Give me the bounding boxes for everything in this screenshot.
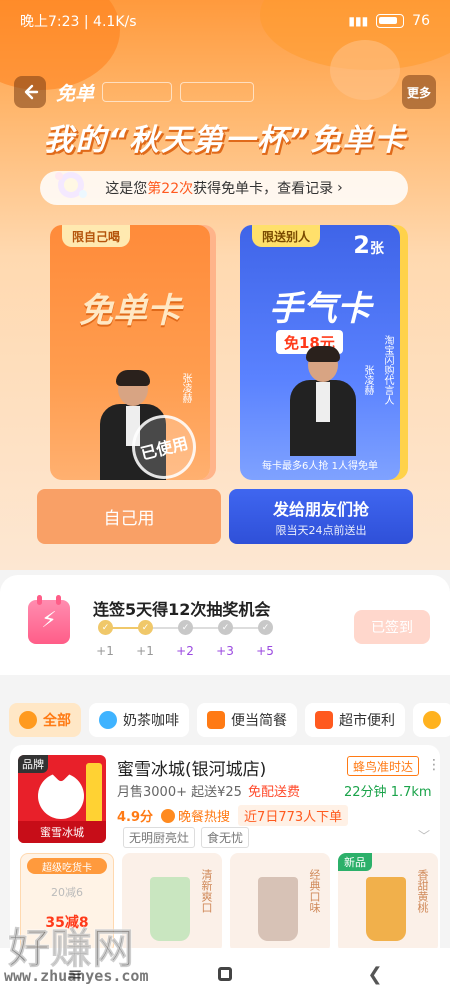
chip: 无明厨亮灶 bbox=[123, 827, 196, 848]
chevron-right-icon: › bbox=[337, 180, 343, 196]
category-tabs: 全部 奶茶咖啡 便当简餐 超市便利 bbox=[0, 695, 450, 745]
chevron-down-icon[interactable]: ﹀ bbox=[418, 827, 430, 844]
checkin-step-label: +1 bbox=[136, 644, 154, 658]
more-options-icon[interactable]: ⋮ bbox=[427, 757, 441, 773]
ambassador-photo bbox=[288, 346, 358, 456]
free-card-gift[interactable]: 限送别人 2张 手气卡 免18元 张凌赫 淘宝闪购代言人 每卡最多6人抢 1人得… bbox=[240, 225, 400, 480]
checkin-step-dot: ✓ bbox=[98, 620, 113, 635]
free-card-self[interactable]: 限自己喝 免单卡 张凌赫 已使用 bbox=[50, 225, 210, 480]
nav-tag bbox=[102, 82, 173, 102]
checkin-step-label: +2 bbox=[176, 644, 194, 658]
product-thumb[interactable]: 经典口味 bbox=[230, 853, 330, 953]
card-tag: 限自己喝 bbox=[62, 225, 131, 247]
fire-icon bbox=[161, 809, 176, 823]
hot-search: 晚餐热搜 bbox=[161, 806, 230, 825]
checkin-step-dot: ✓ bbox=[138, 620, 153, 635]
bowl-icon bbox=[19, 711, 37, 729]
brand-badge: 品牌 bbox=[18, 755, 48, 773]
store-icon bbox=[315, 711, 333, 729]
card-count: 2张 bbox=[353, 231, 384, 259]
checkin-step-label: +5 bbox=[256, 644, 274, 658]
tab-more[interactable] bbox=[413, 703, 450, 737]
more-button[interactable]: 更多 bbox=[402, 75, 436, 109]
shop-highlights: 4.9分 晚餐热搜 近7日773人下单 bbox=[117, 805, 349, 826]
send-title: 发给朋友们抢 bbox=[272, 499, 369, 519]
shop-logo: 品牌 蜜雪冰城 bbox=[18, 755, 106, 843]
tab-all[interactable]: 全部 bbox=[9, 703, 81, 737]
watermark: 好赚网 www.zhuanyes.com bbox=[0, 915, 200, 995]
logo-name: 蜜雪冰城 bbox=[18, 821, 106, 843]
tab-tea-coffee[interactable]: 奶茶咖啡 bbox=[89, 703, 189, 737]
record-count: 第22次 bbox=[147, 181, 194, 197]
checkin-step-label: +1 bbox=[96, 644, 114, 658]
nav-bar: 免单 更多 bbox=[0, 72, 450, 112]
checkin-step-label: +3 bbox=[216, 644, 234, 658]
card-tag: 限送别人 bbox=[252, 225, 321, 247]
battery-level: 76 bbox=[412, 13, 430, 29]
record-suffix: 获得免单卡，查看记录 bbox=[193, 181, 334, 197]
chip: 食无忧 bbox=[201, 827, 250, 848]
logo-ribbon bbox=[86, 763, 102, 823]
nav-tag bbox=[180, 82, 255, 102]
nav-title: 免单 bbox=[56, 82, 95, 105]
snowman-logo bbox=[38, 773, 84, 819]
send-subtitle: 限当天24点前送出 bbox=[275, 523, 367, 537]
back-icon[interactable]: ❮ bbox=[365, 964, 385, 985]
shop-stats: 月售3000+ 起送¥25 免配送费 bbox=[117, 785, 300, 800]
status-bar: 晚上7:23 | 4.1K/s ▮▮▮ 76 bbox=[0, 0, 450, 42]
battery-icon bbox=[376, 14, 405, 28]
delivery-eta: 22分钟 1.7km bbox=[344, 785, 432, 800]
calendar-icon: ⚡ bbox=[28, 595, 70, 644]
page-title: 我的“秋天第一杯”免单卡 bbox=[43, 123, 407, 158]
shop-name: 蜜雪冰城(银河城店) bbox=[117, 760, 267, 780]
record-link[interactable]: 这是您 第22次 获得免单卡，查看记录 › bbox=[40, 171, 408, 205]
recent-orders: 近7日773人下单 bbox=[238, 805, 349, 826]
signal-icon: ▮▮▮ bbox=[348, 14, 369, 28]
checkin-step-dot: ✓ bbox=[218, 620, 233, 635]
tab-supermarket[interactable]: 超市便利 bbox=[305, 703, 405, 737]
back-button[interactable] bbox=[14, 76, 46, 108]
watermark-url: www.zhuanyes.com bbox=[4, 967, 149, 985]
arrow-left-icon bbox=[24, 84, 39, 100]
product-thumb[interactable]: 新品 香甜黄桃 bbox=[338, 853, 438, 953]
checkin-step-dot: ✓ bbox=[258, 620, 273, 635]
checkin-title: 连签5天得12次抽奖机会 bbox=[93, 600, 271, 619]
hero-section: 晚上7:23 | 4.1K/s ▮▮▮ 76 免单 更多 我的“秋天第一杯”免单… bbox=[0, 0, 450, 570]
checkin-step-dot: ✓ bbox=[178, 620, 193, 635]
ambassador-name: 张凌赫 bbox=[362, 365, 373, 395]
bento-icon bbox=[207, 711, 225, 729]
self-use-button[interactable]: 自己用 bbox=[37, 489, 221, 544]
record-prefix: 这是您 bbox=[105, 181, 148, 197]
shop-rating: 4.9分 bbox=[117, 810, 154, 825]
send-friends-button[interactable]: 发给朋友们抢 限当天24点前送出 bbox=[229, 489, 413, 544]
card-footer: 每卡最多6人抢 1人得免单 bbox=[262, 461, 378, 472]
coupon-condition: 20减6 bbox=[51, 886, 83, 899]
ambassador-title: 淘宝闪购代言人 bbox=[382, 335, 393, 405]
status-time: 晚上7:23 | 4.1K/s bbox=[20, 14, 137, 30]
signed-button[interactable]: 已签到 bbox=[354, 610, 430, 644]
card-name: 手气卡 bbox=[269, 289, 371, 329]
ambassador-name: 张凌赫 bbox=[180, 373, 191, 403]
category-icon bbox=[423, 711, 441, 729]
cup-icon bbox=[99, 711, 117, 729]
home-icon[interactable] bbox=[215, 964, 235, 984]
shop-chips: 无明厨亮灶 食无忧 bbox=[123, 827, 250, 848]
new-badge: 新品 bbox=[338, 853, 372, 871]
tab-bento[interactable]: 便当简餐 bbox=[197, 703, 297, 737]
card-name: 免单卡 bbox=[79, 291, 181, 331]
coupon-tag: 超级吃货卡 bbox=[27, 858, 107, 874]
delivery-tag: 蜂鸟准时达 bbox=[347, 756, 420, 776]
